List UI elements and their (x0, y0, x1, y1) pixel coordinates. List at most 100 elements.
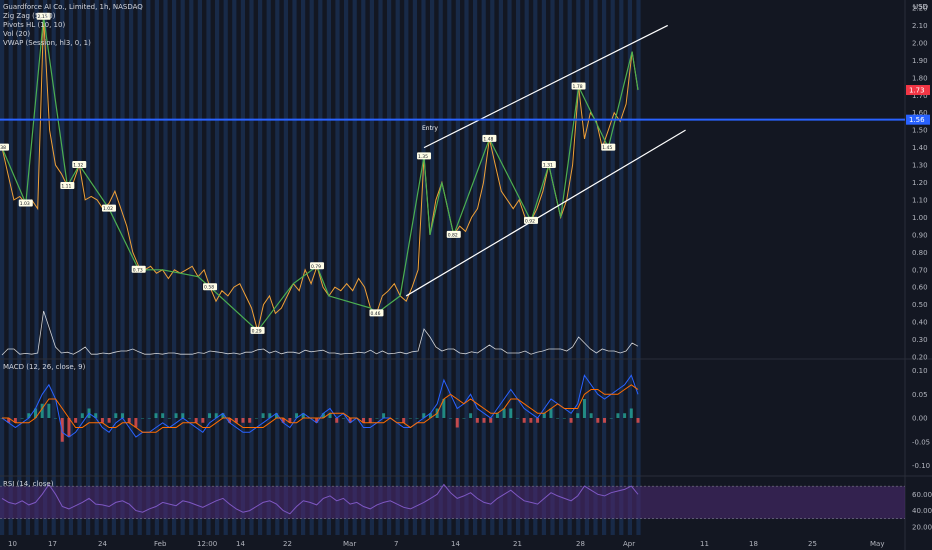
macd-histogram-bar (536, 418, 540, 423)
session-band (369, 0, 374, 535)
macd-histogram-bar (449, 418, 453, 419)
session-band (533, 0, 538, 535)
price-tick-label: 2.00 (912, 39, 928, 47)
session-band (335, 0, 340, 535)
session-band (421, 0, 426, 535)
macd-histogram-bar (549, 408, 553, 418)
macd-histogram-bar (636, 418, 640, 423)
macd-histogram-bar (623, 413, 627, 418)
session-band (223, 0, 228, 535)
session-band (266, 0, 271, 535)
session-band (361, 0, 366, 535)
price-tick-label: 1.20 (912, 179, 928, 187)
macd-histogram-bar (509, 408, 513, 418)
pivot-label: 0.58 (204, 285, 214, 291)
session-band (395, 0, 400, 535)
legend-vol[interactable]: Vol (20) (3, 30, 143, 39)
session-band (60, 0, 65, 535)
legend-vwap[interactable]: VWAP (Session, hl3, 0, 1) (3, 39, 143, 48)
hline-price-label: 1.56 (909, 116, 925, 124)
session-band (516, 0, 521, 535)
macd-histogram-bar (462, 418, 466, 419)
macd-histogram-bar (395, 418, 399, 419)
session-band (301, 0, 306, 535)
legend-pivots[interactable]: Pivots HL (10, 10) (3, 21, 143, 30)
macd-histogram-bar (455, 418, 459, 428)
macd-histogram-bar (415, 418, 419, 419)
session-band (498, 0, 503, 535)
macd-histogram-bar (562, 418, 566, 419)
rsi-tick-label: 40.00 (912, 507, 932, 515)
session-band (438, 0, 443, 535)
session-band (584, 0, 589, 535)
pivot-label: 0.46 (370, 311, 380, 317)
session-band (68, 0, 73, 535)
pivot-label: 0.92 (525, 218, 535, 224)
price-tick-label: 1.80 (912, 74, 928, 82)
session-band (154, 0, 159, 535)
macd-histogram-bar (100, 418, 104, 423)
time-tick-label: 7 (394, 540, 398, 548)
session-band (447, 0, 452, 535)
macd-histogram-bar (368, 418, 372, 423)
macd-histogram-bar (161, 413, 165, 418)
macd-histogram-bar (194, 418, 198, 423)
session-band (197, 0, 202, 535)
session-band (344, 0, 349, 535)
price-tick-label: 0.40 (912, 319, 928, 327)
time-tick-label: May (870, 540, 884, 548)
macd-histogram-bar (582, 399, 586, 418)
session-band (473, 0, 478, 535)
session-band (120, 0, 125, 535)
time-tick-label: 24 (98, 540, 107, 548)
macd-histogram-bar (522, 418, 526, 423)
macd-title[interactable]: MACD (12, 26, close, 9) (3, 363, 85, 372)
macd-histogram-bar (261, 413, 265, 418)
macd-histogram-bar (20, 418, 24, 419)
rsi-band (0, 486, 905, 519)
time-tick-label: Feb (154, 540, 167, 548)
macd-histogram-bar (382, 413, 386, 418)
macd-histogram-bar (495, 413, 499, 418)
session-band (412, 0, 417, 535)
session-band (111, 0, 116, 535)
pivot-label: 1.48 (483, 136, 493, 142)
macd-histogram-bar (629, 408, 633, 418)
macd-tick-label: 0.00 (912, 415, 928, 423)
macd-histogram-bar (482, 418, 486, 423)
session-band (610, 0, 615, 535)
last-price-label: 1.73 (909, 87, 925, 95)
price-tick-label: 0.70 (912, 266, 928, 274)
macd-histogram-bar (134, 418, 138, 428)
price-tick-label: 1.90 (912, 57, 928, 65)
price-tick-label: 1.40 (912, 144, 928, 152)
session-band (481, 0, 486, 535)
session-band (232, 0, 237, 535)
price-tick-label: 1.00 (912, 214, 928, 222)
session-band (77, 0, 82, 535)
macd-histogram-bar (187, 418, 191, 419)
chart-root[interactable]: 2.20 2.10 2.00 1.90 1.80 1.70 1.60 1.50 1.40 1.30… (0, 0, 932, 550)
legend-zigzag[interactable]: Zig Zag (5, 10) (3, 12, 143, 21)
macd-histogram-bar (127, 418, 131, 423)
entry-annotation: Entry (422, 125, 438, 132)
rsi-title[interactable]: RSI (14, close) (3, 480, 53, 489)
macd-histogram-bar (74, 418, 78, 423)
time-tick-label: 17 (48, 540, 57, 548)
session-band (215, 0, 220, 535)
session-band (576, 0, 581, 535)
time-tick-label: 12:00 (197, 540, 217, 548)
pivot-label: 1.35 (418, 154, 428, 160)
session-band (258, 0, 263, 535)
macd-histogram-bar (248, 418, 252, 423)
macd-histogram-bar (147, 418, 151, 419)
chart-canvas[interactable]: 2.202.102.001.901.801.701.601.501.401.30… (0, 0, 932, 550)
session-band (567, 0, 572, 535)
session-band (619, 0, 624, 535)
macd-histogram-bar (47, 403, 51, 418)
session-band (94, 0, 99, 535)
session-band (275, 0, 280, 535)
legend-symbol[interactable]: Guardforce AI Co., Limited, 1h, NASDAQ (3, 3, 143, 12)
price-tick-label: 1.30 (912, 162, 928, 170)
macd-histogram-bar (254, 418, 258, 419)
